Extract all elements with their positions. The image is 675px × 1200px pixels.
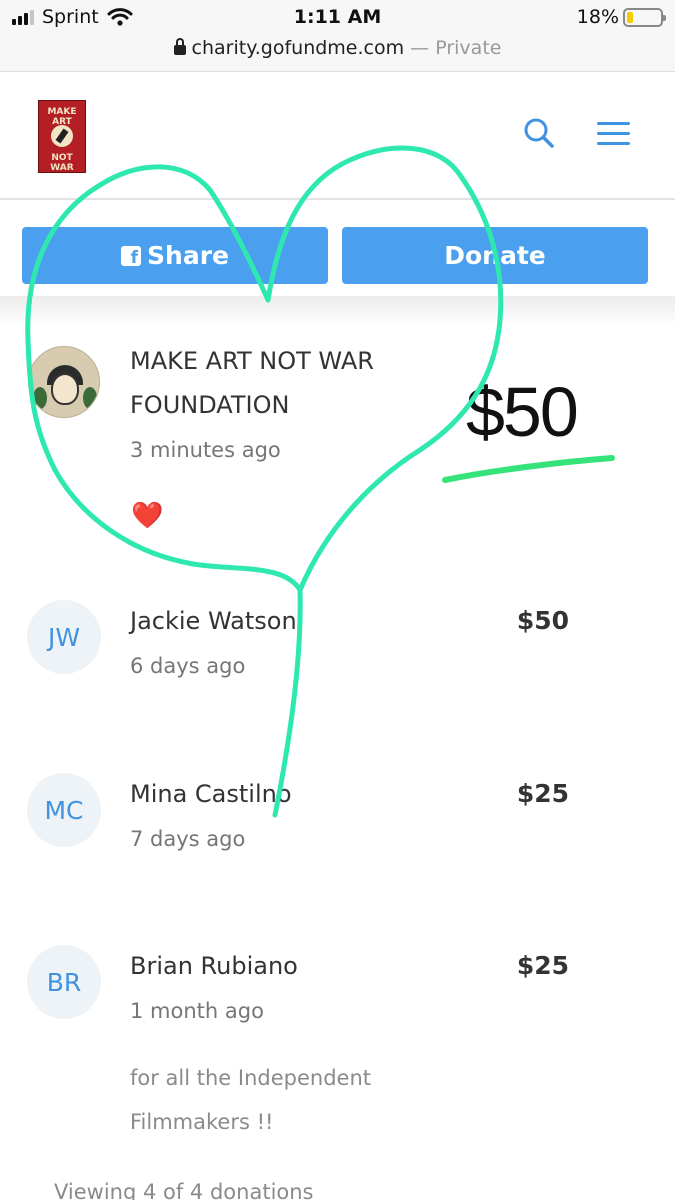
logo-text-top: MAKE ART: [47, 107, 77, 127]
status-bar: Sprint 1:11 AM 18%: [0, 0, 675, 34]
donation-amount: $50: [466, 373, 579, 451]
logo-text-bottom: NOT WAR: [50, 153, 74, 173]
logo-emblem: [51, 125, 73, 147]
donor-avatar: BR: [27, 945, 101, 1019]
avatar-leaf: [83, 387, 97, 409]
share-button[interactable]: Share: [22, 227, 328, 284]
clock: 1:11 AM: [293, 6, 382, 28]
donation-amount: $25: [516, 951, 569, 980]
donation-amount: $25: [516, 779, 569, 808]
donor-name-line2: FOUNDATION: [130, 391, 290, 419]
share-label: Share: [147, 241, 229, 270]
url-bar[interactable]: charity.gofundme.com — Private: [0, 34, 675, 72]
donor-avatar: MC: [27, 773, 101, 847]
battery-percent: 18%: [576, 6, 619, 28]
donation-time: 7 days ago: [130, 827, 246, 851]
donor-name: Jackie Watson: [130, 607, 297, 635]
donor-avatar: [28, 346, 100, 418]
site-header: MAKE ART NOT WAR: [0, 72, 675, 200]
donor-name: Mina Castilno: [130, 780, 292, 808]
make-art-not-war-logo[interactable]: MAKE ART NOT WAR: [38, 100, 86, 173]
lock-icon: [173, 38, 186, 55]
donation-comment: for all the Independent Filmmakers !!: [130, 1066, 372, 1134]
facebook-icon: [121, 245, 142, 268]
header-shadow: [0, 296, 675, 326]
search-icon[interactable]: [523, 117, 555, 149]
donor-name: MAKE ART NOT WAR: [130, 347, 374, 375]
avatar-leaf: [33, 387, 47, 409]
donation-time: 3 minutes ago: [130, 438, 281, 462]
amount-underline: [442, 455, 615, 483]
donation-count: Viewing 4 of 4 donations: [54, 1180, 314, 1200]
battery-info: 18%: [576, 6, 666, 28]
donation-amount: $50: [516, 606, 569, 635]
donor-avatar: JW: [27, 600, 101, 674]
donate-button[interactable]: Donate: [342, 227, 648, 284]
private-label: Private: [435, 37, 502, 59]
battery-icon: [623, 7, 666, 27]
donation-time: 6 days ago: [130, 654, 246, 678]
donation-time: 1 month ago: [130, 999, 264, 1023]
donate-label: Donate: [444, 241, 546, 270]
url-separator: —: [404, 37, 436, 59]
url-text: charity.gofundme.com: [191, 37, 405, 59]
donor-name: Brian Rubiano: [130, 952, 298, 980]
heart-reaction-icon: ❤️: [131, 501, 164, 531]
menu-icon[interactable]: [597, 122, 630, 146]
avatar-face: [51, 373, 79, 405]
battery-level: [627, 11, 633, 23]
